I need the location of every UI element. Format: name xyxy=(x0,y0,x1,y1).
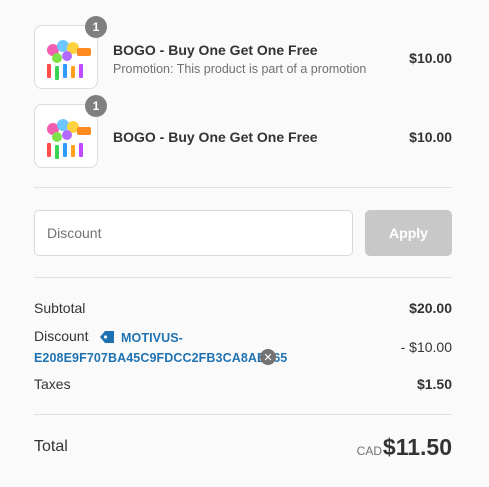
close-icon[interactable]: ✕ xyxy=(260,349,276,365)
divider xyxy=(34,277,452,278)
item-price: $10.00 xyxy=(409,50,452,66)
discount-code: MOTIVUS-E208E9F707BA45C9FDCC2FB3CA8AB165 xyxy=(34,331,288,365)
toy-set-image xyxy=(47,40,91,80)
divider xyxy=(34,414,452,415)
item-title: BOGO - Buy One Get One Free xyxy=(113,42,318,58)
item-price: $10.00 xyxy=(409,129,452,145)
product-thumbnail: 1 xyxy=(34,95,107,168)
discount-value: - $10.00 xyxy=(400,339,452,355)
line-item: 1 BOGO - Buy One Get One Free $10.00 xyxy=(34,95,452,168)
discount-code-input[interactable] xyxy=(34,210,353,256)
quantity-badge: 1 xyxy=(85,16,107,38)
quantity-badge: 1 xyxy=(85,95,107,117)
item-promotion-note: Promotion: This product is part of a pro… xyxy=(113,62,367,76)
product-thumbnail: 1 xyxy=(34,16,107,89)
currency-code: CAD xyxy=(356,444,382,458)
total-value: $11.50 xyxy=(382,434,452,460)
item-title: BOGO - Buy One Get One Free xyxy=(113,129,318,145)
apply-discount-button[interactable]: Apply xyxy=(365,210,452,256)
line-item: 1 BOGO - Buy One Get One Free Promotion:… xyxy=(34,16,452,89)
divider xyxy=(34,187,452,188)
subtotal-label: Subtotal xyxy=(34,300,86,316)
subtotal-value: $20.00 xyxy=(409,300,452,316)
total-label: Total xyxy=(34,438,68,455)
taxes-value: $1.50 xyxy=(416,376,452,392)
taxes-label: Taxes xyxy=(34,376,71,392)
toy-set-image xyxy=(47,119,91,159)
